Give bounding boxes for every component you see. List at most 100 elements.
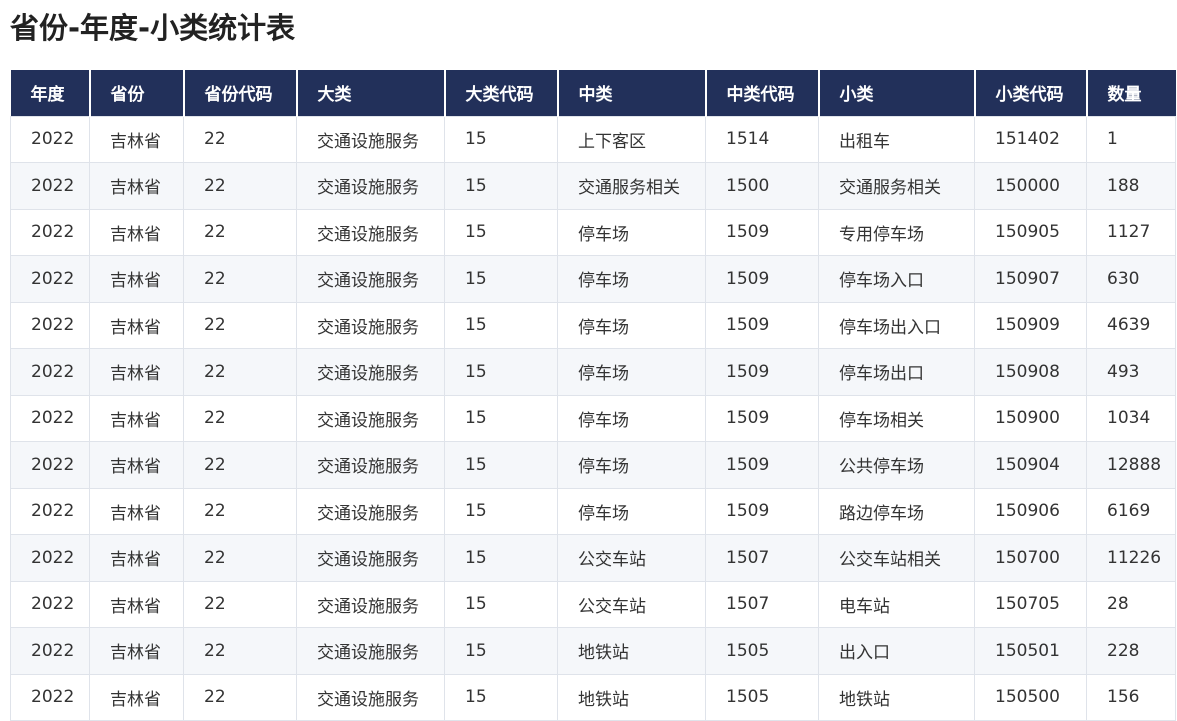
cell-major-category-code: 15 — [444, 441, 558, 489]
table-row[interactable]: 2022 吉林省 22 交通设施服务 15 停车场 1509 停车场出入口 150909 4639 — [10, 301, 1176, 349]
cell-province-code: 22 — [183, 394, 297, 442]
column-header-sub-category-code[interactable]: 小类代码 — [974, 70, 1088, 116]
cell-mid-category-code: 1500 — [705, 162, 819, 210]
cell-major-category: 交通设施服务 — [296, 348, 445, 396]
table-row[interactable]: 2022 吉林省 22 交通设施服务 15 停车场 1509 专用停车场 150905 1127 — [10, 208, 1176, 256]
column-header-major-category[interactable]: 大类 — [296, 70, 446, 116]
table-row[interactable]: 2022 吉林省 22 交通设施服务 15 停车场 1509 路边停车场 150906 6169 — [10, 487, 1176, 535]
cell-major-category-code: 15 — [444, 301, 558, 349]
cell-major-category-code: 15 — [444, 115, 558, 163]
column-header-sub-category[interactable]: 小类 — [818, 70, 976, 116]
cell-mid-category-code: 1507 — [705, 534, 819, 582]
cell-major-category: 交通设施服务 — [296, 580, 445, 628]
cell-year: 2022 — [10, 580, 90, 628]
cell-sub-category: 专用停车场 — [818, 208, 975, 256]
column-header-mid-category[interactable]: 中类 — [557, 70, 707, 116]
table-row[interactable]: 2022 吉林省 22 交通设施服务 15 停车场 1509 停车场相关 150900 1034 — [10, 394, 1176, 442]
cell-major-category: 交通设施服务 — [296, 441, 445, 489]
cell-province-code: 22 — [183, 301, 297, 349]
cell-sub-category-code: 150909 — [974, 301, 1087, 349]
table-body: 2022 吉林省 22 交通设施服务 15 上下客区 1514 出租车 151402 1 2022 吉… — [10, 115, 1176, 721]
cell-sub-category: 公共停车场 — [818, 441, 975, 489]
cell-sub-category: 出入口 — [818, 627, 975, 675]
table-row[interactable]: 2022 吉林省 22 交通设施服务 15 上下客区 1514 出租车 151402 1 — [10, 115, 1176, 163]
cell-mid-category-code: 1505 — [705, 627, 819, 675]
cell-sub-category: 电车站 — [818, 580, 975, 628]
cell-count: 228 — [1086, 627, 1176, 675]
column-header-count[interactable]: 数量 — [1086, 70, 1176, 116]
cell-province-code: 22 — [183, 162, 297, 210]
cell-major-category-code: 15 — [444, 627, 558, 675]
cell-sub-category: 地铁站 — [818, 673, 975, 721]
cell-count: 1 — [1086, 115, 1176, 163]
column-header-province[interactable]: 省份 — [89, 70, 185, 116]
table-row[interactable]: 2022 吉林省 22 交通设施服务 15 公交车站 1507 电车站 150705 28 — [10, 580, 1176, 628]
cell-major-category: 交通设施服务 — [296, 255, 445, 303]
cell-sub-category-code: 150000 — [974, 162, 1087, 210]
cell-year: 2022 — [10, 115, 90, 163]
cell-mid-category-code: 1509 — [705, 348, 819, 396]
cell-count: 12888 — [1086, 441, 1176, 489]
cell-province: 吉林省 — [89, 673, 184, 721]
column-header-province-code[interactable]: 省份代码 — [183, 70, 298, 116]
table-header-row: 年度 省份 省份代码 大类 大类代码 中类 中类代码 小类 小类代码 数量 — [10, 70, 1176, 116]
cell-mid-category-code: 1509 — [705, 394, 819, 442]
cell-province-code: 22 — [183, 627, 297, 675]
column-header-major-category-code[interactable]: 大类代码 — [444, 70, 559, 116]
cell-sub-category-code: 150908 — [974, 348, 1087, 396]
cell-major-category-code: 15 — [444, 534, 558, 582]
cell-count: 1127 — [1086, 208, 1176, 256]
cell-count: 630 — [1086, 255, 1176, 303]
table-row[interactable]: 2022 吉林省 22 交通设施服务 15 停车场 1509 公共停车场 150904 12888 — [10, 441, 1176, 489]
table-row[interactable]: 2022 吉林省 22 交通设施服务 15 交通服务相关 1500 交通服务相关 150000 1… — [10, 162, 1176, 210]
column-header-mid-category-code[interactable]: 中类代码 — [705, 70, 820, 116]
cell-count: 493 — [1086, 348, 1176, 396]
cell-major-category: 交通设施服务 — [296, 162, 445, 210]
cell-year: 2022 — [10, 487, 90, 535]
cell-province: 吉林省 — [89, 255, 184, 303]
cell-province: 吉林省 — [89, 115, 184, 163]
cell-province-code: 22 — [183, 580, 297, 628]
cell-sub-category: 停车场入口 — [818, 255, 975, 303]
cell-major-category-code: 15 — [444, 162, 558, 210]
cell-province: 吉林省 — [89, 301, 184, 349]
cell-sub-category: 交通服务相关 — [818, 162, 975, 210]
cell-major-category: 交通设施服务 — [296, 115, 445, 163]
table-row[interactable]: 2022 吉林省 22 交通设施服务 15 停车场 1509 停车场入口 150907 630 — [10, 255, 1176, 303]
cell-province: 吉林省 — [89, 487, 184, 535]
cell-year: 2022 — [10, 534, 90, 582]
cell-year: 2022 — [10, 348, 90, 396]
cell-major-category: 交通设施服务 — [296, 394, 445, 442]
cell-province: 吉林省 — [89, 441, 184, 489]
cell-sub-category: 公交车站相关 — [818, 534, 975, 582]
table-row[interactable]: 2022 吉林省 22 交通设施服务 15 地铁站 1505 地铁站 150500 156 — [10, 673, 1176, 721]
cell-sub-category-code: 150500 — [974, 673, 1087, 721]
cell-sub-category: 出租车 — [818, 115, 975, 163]
cell-year: 2022 — [10, 208, 90, 256]
cell-mid-category: 停车场 — [557, 394, 706, 442]
cell-major-category: 交通设施服务 — [296, 673, 445, 721]
cell-mid-category-code: 1505 — [705, 673, 819, 721]
table-row[interactable]: 2022 吉林省 22 交通设施服务 15 地铁站 1505 出入口 150501 228 — [10, 627, 1176, 675]
table-row[interactable]: 2022 吉林省 22 交通设施服务 15 停车场 1509 停车场出口 150908 493 — [10, 348, 1176, 396]
cell-mid-category: 公交车站 — [557, 580, 706, 628]
cell-count: 1034 — [1086, 394, 1176, 442]
cell-sub-category: 停车场相关 — [818, 394, 975, 442]
cell-sub-category-code: 150906 — [974, 487, 1087, 535]
cell-mid-category: 停车场 — [557, 487, 706, 535]
cell-major-category: 交通设施服务 — [296, 301, 445, 349]
cell-mid-category: 停车场 — [557, 441, 706, 489]
column-header-year[interactable]: 年度 — [10, 70, 91, 116]
cell-sub-category-code: 150904 — [974, 441, 1087, 489]
cell-count: 4639 — [1086, 301, 1176, 349]
table-row[interactable]: 2022 吉林省 22 交通设施服务 15 公交车站 1507 公交车站相关 150700 112… — [10, 534, 1176, 582]
cell-year: 2022 — [10, 301, 90, 349]
cell-sub-category: 停车场出入口 — [818, 301, 975, 349]
cell-mid-category: 停车场 — [557, 348, 706, 396]
cell-sub-category-code: 150907 — [974, 255, 1087, 303]
cell-major-category-code: 15 — [444, 580, 558, 628]
cell-major-category-code: 15 — [444, 487, 558, 535]
cell-mid-category-code: 1509 — [705, 301, 819, 349]
cell-mid-category-code: 1509 — [705, 487, 819, 535]
cell-province-code: 22 — [183, 487, 297, 535]
